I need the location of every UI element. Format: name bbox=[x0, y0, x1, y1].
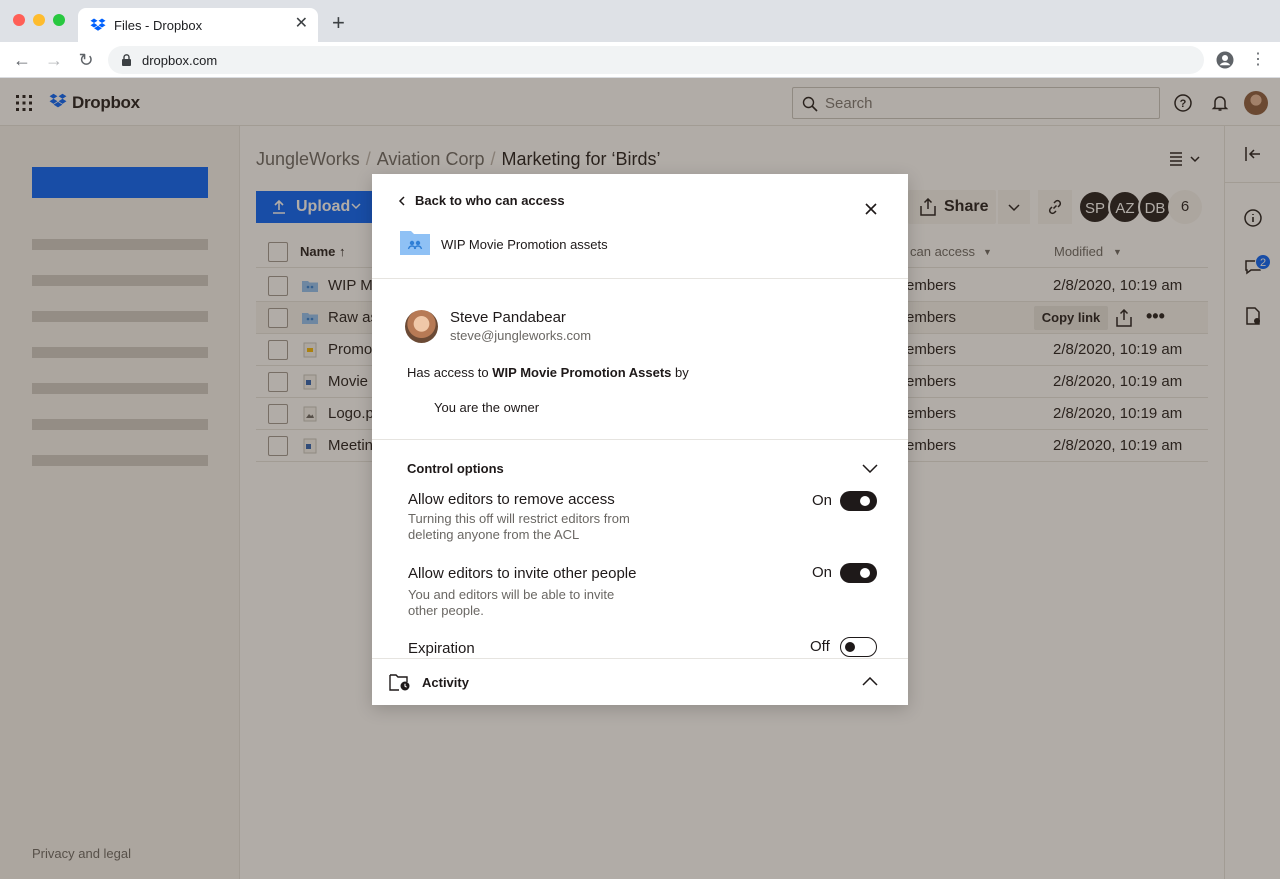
tab-title: Files - Dropbox bbox=[114, 18, 203, 33]
option-title: Allow editors to remove access bbox=[408, 491, 615, 508]
option-description: Turning this off will restrict editors f… bbox=[408, 511, 630, 542]
option-state: Off bbox=[810, 638, 830, 655]
user-avatar bbox=[405, 310, 438, 343]
option-title: Expiration bbox=[408, 640, 475, 657]
browser-tab[interactable]: Files - Dropbox ✕ bbox=[78, 8, 318, 42]
shared-folder-icon bbox=[400, 231, 430, 255]
back-arrow-icon[interactable]: ← bbox=[13, 51, 31, 69]
remove-access-toggle[interactable] bbox=[840, 491, 877, 511]
divider bbox=[372, 439, 908, 440]
chevron-left-icon bbox=[398, 196, 405, 206]
invite-people-toggle[interactable] bbox=[840, 563, 877, 583]
access-prefix: Has access to bbox=[407, 365, 493, 380]
access-details-modal: Back to who can access WIP Movie Promoti… bbox=[372, 174, 908, 705]
folder-name: WIP Movie Promotion assets bbox=[441, 237, 608, 252]
access-target: WIP Movie Promotion Assets bbox=[492, 365, 672, 380]
toggle-knob bbox=[860, 496, 870, 506]
lock-icon bbox=[122, 54, 131, 66]
access-suffix: by bbox=[671, 365, 689, 380]
profile-icon[interactable] bbox=[1216, 51, 1234, 69]
close-icon[interactable] bbox=[864, 202, 878, 216]
chevron-up-icon[interactable] bbox=[862, 677, 878, 687]
new-tab-button[interactable]: + bbox=[332, 12, 345, 34]
activity-section[interactable]: Activity bbox=[372, 658, 908, 705]
url-field[interactable]: dropbox.com bbox=[108, 46, 1204, 74]
activity-label: Activity bbox=[422, 675, 469, 690]
window-minimize-button[interactable] bbox=[33, 14, 45, 26]
option-state: On bbox=[812, 564, 833, 581]
back-label: Back to who can access bbox=[415, 193, 565, 208]
divider bbox=[372, 278, 908, 279]
address-bar: ← → ↻ dropbox.com ⋮ bbox=[0, 42, 1280, 78]
control-options-heading: Control options bbox=[407, 461, 504, 476]
toggle-knob bbox=[860, 568, 870, 578]
user-name: Steve Pandabear bbox=[450, 309, 566, 326]
browser-tab-bar: Files - Dropbox ✕ + bbox=[0, 0, 1280, 42]
window-zoom-button[interactable] bbox=[53, 14, 65, 26]
browser-menu-icon[interactable]: ⋮ bbox=[1250, 50, 1266, 70]
expiration-toggle[interactable] bbox=[840, 637, 877, 657]
option-description: You and editors will be able to invite o… bbox=[408, 587, 615, 618]
option-state: On bbox=[812, 492, 833, 509]
owner-line: You are the owner bbox=[434, 400, 540, 415]
window-close-button[interactable] bbox=[13, 14, 25, 26]
dropbox-favicon-icon bbox=[90, 18, 106, 31]
chevron-down-icon[interactable] bbox=[862, 463, 878, 473]
folder-activity-icon bbox=[389, 674, 410, 691]
forward-arrow-icon[interactable]: → bbox=[45, 51, 63, 69]
reload-icon[interactable]: ↻ bbox=[77, 51, 95, 69]
access-statement: Has access to WIP Movie Promotion Assets… bbox=[407, 365, 689, 380]
tab-close-icon[interactable]: ✕ bbox=[295, 16, 308, 32]
url-text: dropbox.com bbox=[142, 53, 218, 68]
user-email: steve@jungleworks.com bbox=[450, 328, 592, 343]
toggle-knob bbox=[845, 641, 855, 652]
option-title: Allow editors to invite other people bbox=[408, 565, 637, 582]
